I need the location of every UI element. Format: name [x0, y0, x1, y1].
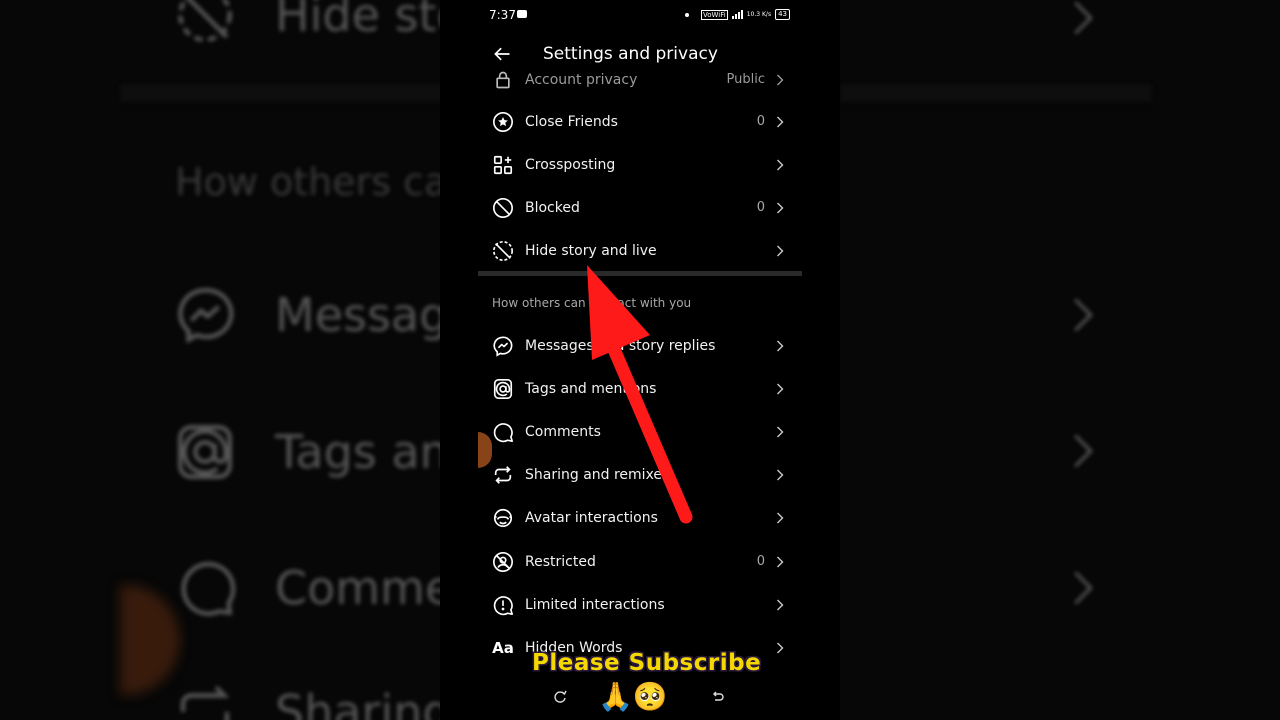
- bg-row-hide-story: Hide sto: [170, 0, 440, 55]
- settings-item-close-friends[interactable]: Close Friends 0: [478, 100, 802, 143]
- back-arrow-icon[interactable]: [492, 44, 512, 64]
- comment-icon: [492, 421, 514, 443]
- chevron-right-icon: [777, 512, 784, 523]
- star-circle-icon: [492, 111, 514, 133]
- chevron-right-icon: [777, 426, 784, 437]
- chevron-right-icon: [777, 642, 784, 653]
- avatar-icon: [492, 507, 514, 529]
- chevron-right-icon: [777, 202, 784, 213]
- phone-screen: 7:37 VoWiFi 10.3 K/s 43 Settings and pri…: [478, 0, 802, 720]
- messenger-icon: [170, 280, 240, 350]
- bg-label: Commer: [275, 561, 440, 615]
- item-label: Hide story and live: [525, 242, 657, 259]
- bg-label: Sharing: [275, 685, 440, 720]
- settings-item-blocked[interactable]: Blocked 0: [478, 186, 802, 229]
- item-count: 0: [756, 114, 765, 129]
- comment-icon: [170, 553, 240, 623]
- item-label: Close Friends: [525, 113, 618, 130]
- chevron-right-icon: [777, 116, 784, 127]
- chevron-right-icon: [777, 340, 784, 351]
- chevron-right-icon: [777, 74, 784, 85]
- item-label: Tags and mentions: [525, 380, 657, 397]
- hide-story-icon: [492, 240, 514, 262]
- hide-story-icon: [170, 0, 240, 50]
- battery-icon: 43: [775, 9, 790, 20]
- settings-item-messages[interactable]: Messages and story replies: [478, 324, 802, 367]
- settings-item-avatar[interactable]: Avatar interactions: [478, 496, 802, 539]
- chevron-right-icon: [777, 159, 784, 170]
- share-remix-icon: [170, 677, 240, 720]
- chevron-right-icon: [1074, 571, 1093, 605]
- aa-icon: Aa: [492, 638, 514, 657]
- chevron-right-icon: [1074, 1, 1093, 35]
- settings-item-tags[interactable]: Tags and mentions: [478, 367, 802, 410]
- settings-item-limited[interactable]: Limited interactions: [478, 583, 802, 626]
- item-label: Blocked: [525, 199, 580, 216]
- emoji-text: 🙏🥺: [598, 680, 668, 713]
- bg-section-title: How others can: [175, 160, 440, 204]
- bg-divider: [120, 84, 440, 102]
- chevron-right-icon: [777, 469, 784, 480]
- chevron-right-icon: [1074, 298, 1093, 332]
- bg-row-messages: Messag: [170, 275, 440, 355]
- share-remix-icon: [492, 464, 514, 486]
- status-bar: 7:37 VoWiFi 10.3 K/s 43: [478, 0, 802, 30]
- page-title-overlay: Settings and privacy: [543, 44, 718, 64]
- settings-item-hide-story[interactable]: Hide story and live: [478, 229, 802, 272]
- emoji-overlay: 🙏🥺: [598, 680, 668, 713]
- messenger-icon: [492, 335, 514, 357]
- notification-dot-icon: [685, 12, 690, 17]
- back-nav-icon[interactable]: [711, 690, 725, 704]
- item-label: Limited interactions: [525, 596, 665, 613]
- item-value: Public: [726, 72, 765, 87]
- net-speed: 10.3 K/s: [746, 10, 772, 18]
- settings-item-crossposting[interactable]: Crossposting: [478, 143, 802, 186]
- recent-apps-icon[interactable]: [553, 690, 567, 704]
- item-label: Restricted: [525, 553, 596, 570]
- section-title: How others can interact with you: [492, 296, 692, 310]
- status-time: 7:37: [489, 8, 516, 22]
- bg-divider: [840, 84, 1152, 102]
- settings-item-comments[interactable]: Comments: [478, 410, 802, 453]
- chevron-right-icon: [777, 599, 784, 610]
- grid-plus-icon: [492, 154, 514, 176]
- chevron-right-icon: [1074, 434, 1093, 468]
- limited-icon: [492, 594, 514, 616]
- chevron-right-icon: [777, 556, 784, 567]
- item-label: Messages and story replies: [525, 337, 716, 354]
- bg-row-sharing: Sharing: [170, 672, 440, 720]
- bg-label: Tags an: [275, 425, 440, 479]
- top-bar-overlay: Settings and privacy: [478, 34, 802, 74]
- signal-icon: [731, 10, 743, 19]
- bg-label: Hide sto: [275, 0, 440, 42]
- bg-label: Messag: [275, 288, 440, 342]
- item-label: Comments: [525, 423, 601, 440]
- status-right: VoWiFi 10.3 K/s 43: [685, 9, 790, 20]
- chevron-right-icon: [777, 383, 784, 394]
- subscribe-caption: Please Subscribe: [532, 650, 762, 676]
- video-record-icon: [517, 10, 527, 18]
- bg-row-tags: Tags an: [170, 412, 440, 492]
- blocked-icon: [492, 197, 514, 219]
- bg-row-comments: Commer: [170, 548, 440, 628]
- at-icon: [170, 417, 240, 487]
- section-divider: [478, 271, 802, 276]
- background-left-blur: Hide sto How others can Messag Tags an C…: [0, 0, 440, 720]
- item-count: 0: [756, 554, 765, 569]
- background-right-blur: [840, 0, 1280, 720]
- settings-item-sharing[interactable]: Sharing and remixes: [478, 453, 802, 496]
- chevron-right-icon: [777, 245, 784, 256]
- item-label: Sharing and remixes: [525, 466, 670, 483]
- item-count: 0: [756, 200, 765, 215]
- vowifi-badge: VoWiFi: [701, 9, 728, 20]
- item-label: Crossposting: [525, 156, 616, 173]
- settings-item-restricted[interactable]: Restricted 0: [478, 540, 802, 583]
- item-label: Avatar interactions: [525, 509, 658, 526]
- restricted-icon: [492, 551, 514, 573]
- at-icon: [492, 378, 514, 400]
